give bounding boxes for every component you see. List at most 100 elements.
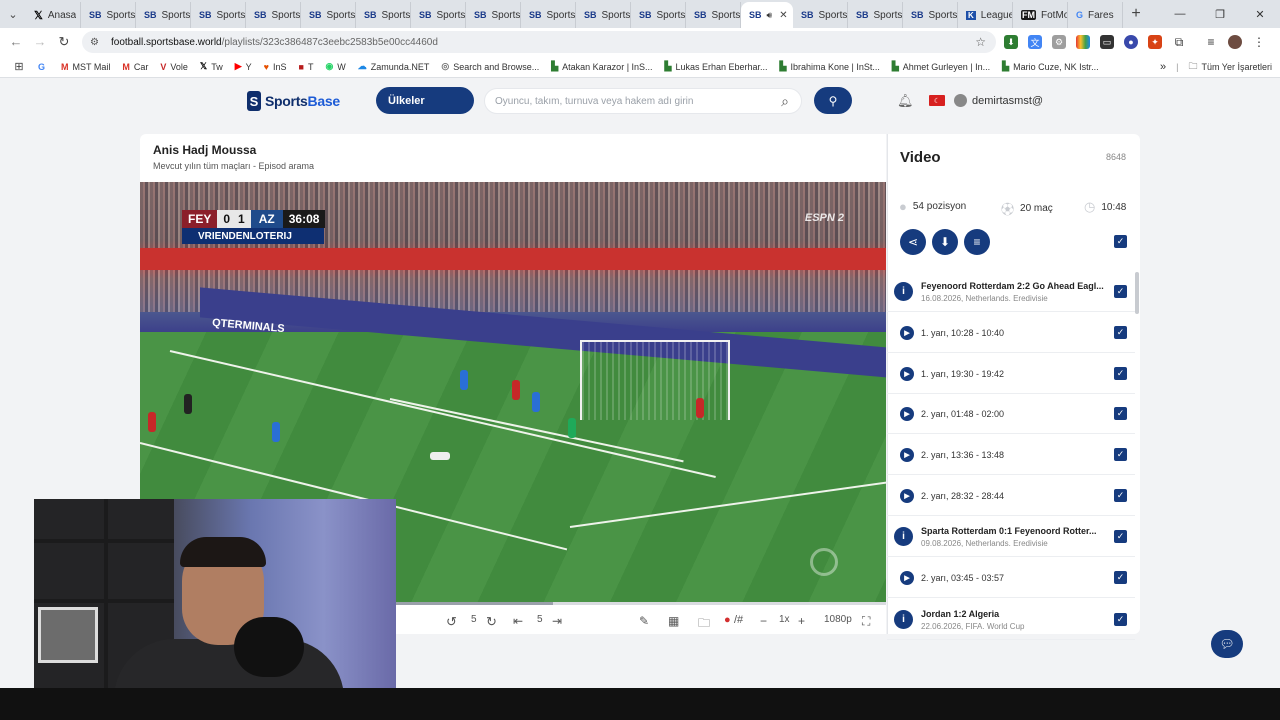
sportsbase-logo[interactable]: S SportsBase <box>247 91 340 111</box>
back-icon[interactable]: ← <box>4 34 28 49</box>
browser-tab[interactable]: G Fares <box>1068 2 1123 28</box>
forward-icon[interactable]: → <box>28 34 52 49</box>
maximize-icon[interactable]: ❐ <box>1200 0 1240 28</box>
browser-tab[interactable]: SB Sports <box>576 2 631 28</box>
rewind-icon[interactable]: ↺ <box>446 614 457 630</box>
speaker-icon[interactable]: 🔊︎ <box>767 10 773 21</box>
search-icon[interactable]: ⌕ <box>781 93 789 110</box>
record-icon[interactable]: ● <box>724 614 731 626</box>
bookmark-item[interactable]: ◎ Search and Browse... <box>441 61 539 72</box>
play-icon[interactable]: ▶ <box>900 367 914 381</box>
row-checkbox[interactable]: ✓ <box>1114 367 1127 380</box>
playlist-clip-row[interactable]: ▶ 1. yarı, 10:28 - 10:40 ✓ <box>887 313 1135 353</box>
browser-tab[interactable]: K League <box>958 2 1013 28</box>
close-window-icon[interactable]: ✕ <box>1240 0 1280 28</box>
bookmark-item[interactable]: ▶ Y <box>235 61 252 72</box>
bookmark-item[interactable]: ▙ Lukas Erhan Eberhar... <box>665 61 768 72</box>
user-search-button[interactable]: ⚲ <box>814 87 852 114</box>
bookmark-item[interactable]: ☁ Zamunda.NET <box>358 61 430 72</box>
browser-tab[interactable]: SB Sports <box>81 2 136 28</box>
playlist-button[interactable]: ≡ <box>964 229 990 255</box>
playlist-clip-row[interactable]: ▶ 1. yarı, 19:30 - 19:42 ✓ <box>887 354 1135 394</box>
profile-avatar-icon[interactable] <box>1228 35 1242 49</box>
browser-tab[interactable]: SB Sports <box>686 2 741 28</box>
browser-tab[interactable]: SB Sports <box>301 2 356 28</box>
row-checkbox[interactable]: ✓ <box>1114 571 1127 584</box>
panel-scrollbar[interactable] <box>1135 272 1139 314</box>
translate-icon[interactable]: 文 <box>1028 35 1042 49</box>
bookmark-item[interactable]: ▙ Mario Cuze, NK Istr... <box>1002 61 1098 72</box>
new-tab-button[interactable]: + <box>1123 5 1149 23</box>
bookmark-item[interactable]: ◉ W <box>325 61 345 72</box>
quality-value[interactable]: 1080p <box>824 614 852 625</box>
folder-icon[interactable]: 🗀 <box>698 614 710 635</box>
playlist-clip-row[interactable]: ▶ 2. yarı, 28:32 - 28:44 ✓ <box>887 476 1135 516</box>
step-forward-icon[interactable]: ⇥ <box>552 614 562 628</box>
browser-tab[interactable]: SB Sports <box>903 2 958 28</box>
browser-tab[interactable]: SB Sports <box>521 2 576 28</box>
bookmark-item[interactable]: ♥ InS <box>264 62 287 72</box>
brave-ext-icon[interactable]: ✦ <box>1148 35 1162 49</box>
media-controls-icon[interactable]: ≡ <box>1204 35 1218 49</box>
faster-icon[interactable]: + <box>798 614 805 628</box>
browser-tab[interactable]: SB Sports <box>848 2 903 28</box>
reload-icon[interactable]: ↻ <box>52 34 76 50</box>
play-icon[interactable]: ▶ <box>900 571 914 585</box>
fullscreen-icon[interactable]: ⛶ <box>862 614 870 629</box>
bookmark-star-icon[interactable]: ☆ <box>975 35 986 49</box>
bookmark-item[interactable]: ■ T <box>299 62 314 72</box>
row-checkbox[interactable]: ✓ <box>1114 326 1127 339</box>
playlist-clip-row[interactable]: ▶ 2. yarı, 03:45 - 03:57 ✓ <box>887 558 1135 598</box>
playlist-match-row[interactable]: i Sparta Rotterdam 0:1 Feyenoord Rotter..… <box>887 516 1135 557</box>
browser-menu-icon[interactable]: ⋮ <box>1252 35 1266 49</box>
color-ext-icon[interactable] <box>1076 35 1090 49</box>
bookmark-item[interactable]: G <box>38 62 49 72</box>
draw-pen-icon[interactable]: ✎ <box>639 614 649 628</box>
extension-gear-icon[interactable]: ⚙ <box>1052 35 1066 49</box>
browser-tab[interactable]: 𝕏 Anasa <box>26 2 81 28</box>
tab-active[interactable]: SB 🔊︎ ✕ <box>741 2 793 28</box>
tab-ext-icon[interactable]: ▭ <box>1100 35 1114 49</box>
chat-button[interactable]: 💬︎ <box>1211 630 1243 658</box>
browser-tab[interactable]: SB Sports <box>136 2 191 28</box>
playlist-clip-row[interactable]: ▶ 2. yarı, 13:36 - 13:48 ✓ <box>887 435 1135 475</box>
play-icon[interactable]: ▶ <box>900 489 914 503</box>
browser-tab[interactable]: SB Sports <box>356 2 411 28</box>
minimize-icon[interactable]: — <box>1160 0 1200 28</box>
tab-search-icon[interactable]: ⌄ <box>0 0 26 28</box>
playlist-match-row[interactable]: i Jordan 1:2 Algeria 22.06.2026, FIFA. Wor… <box>887 599 1135 640</box>
bookmarks-overflow-icon[interactable]: » <box>1160 61 1166 73</box>
slower-icon[interactable]: − <box>760 614 767 628</box>
browser-tab[interactable]: SB Sports <box>411 2 466 28</box>
forward-icon[interactable]: ↻ <box>486 614 497 630</box>
row-checkbox[interactable]: ✓ <box>1114 448 1127 461</box>
vpn-ext-icon[interactable]: ● <box>1124 35 1138 49</box>
info-icon[interactable]: i <box>894 610 913 629</box>
video-progress-bar[interactable] <box>396 602 886 605</box>
apps-grid-icon[interactable]: ⊞ <box>0 60 38 73</box>
playlist-match-row[interactable]: i Feyenoord Rotterdam 2:2 Go Ahead Eagl..… <box>887 271 1135 312</box>
browser-tab[interactable]: SB Sports <box>191 2 246 28</box>
field-view-icon[interactable]: ▦ <box>668 614 679 628</box>
all-bookmarks-link[interactable]: 🗀 Tüm Yer İşaretleri <box>1188 59 1272 75</box>
play-icon[interactable]: ▶ <box>900 448 914 462</box>
play-icon[interactable]: ▶ <box>900 326 914 340</box>
user-menu[interactable]: demirtasmst@ <box>954 94 1043 107</box>
bookmark-item[interactable]: ▙ Ibrahima Kone | InSt... <box>780 61 880 72</box>
playlist-clip-row[interactable]: ▶ 2. yarı, 01:48 - 02:00 ✓ <box>887 394 1135 434</box>
bookmark-item[interactable]: M MST Mail <box>61 62 110 72</box>
bookmark-item[interactable]: 𝕏 Tw <box>200 61 223 72</box>
browser-tab[interactable]: SB Sports <box>793 2 848 28</box>
speed-value[interactable]: 1x <box>779 614 790 625</box>
bookmark-item[interactable]: V Vole <box>160 62 188 72</box>
info-icon[interactable]: i <box>894 527 913 546</box>
browser-tab[interactable]: SB Sports <box>631 2 686 28</box>
site-search-input[interactable]: Oyuncu, takım, turnuva veya hakem adı gi… <box>484 88 802 114</box>
browser-tab[interactable]: SB Sports <box>466 2 521 28</box>
browser-tab[interactable]: FM FotMo <box>1013 2 1068 28</box>
turkey-flag-icon[interactable]: ☾ <box>929 95 945 106</box>
row-checkbox[interactable]: ✓ <box>1114 407 1127 420</box>
bookmark-item[interactable]: ▙ Ahmet Gurleyen | In... <box>892 61 990 72</box>
hashtag-icon[interactable]: /# <box>734 614 743 626</box>
download-button[interactable]: ⬇ <box>932 229 958 255</box>
